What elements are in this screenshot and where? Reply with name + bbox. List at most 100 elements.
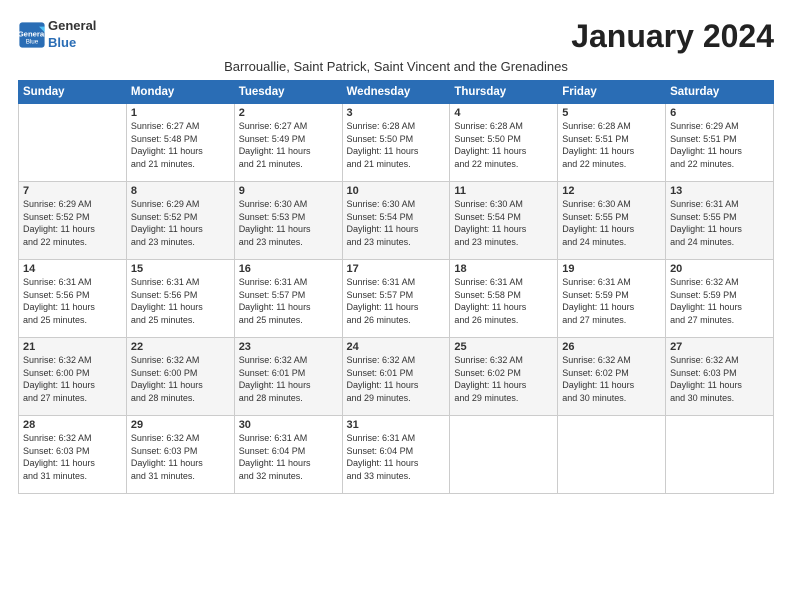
day-cell: 13Sunrise: 6:31 AM Sunset: 5:55 PM Dayli…: [666, 182, 774, 260]
col-header-thursday: Thursday: [450, 81, 558, 104]
day-cell: [666, 416, 774, 494]
week-row-2: 7Sunrise: 6:29 AM Sunset: 5:52 PM Daylig…: [19, 182, 774, 260]
day-number: 24: [347, 341, 446, 353]
day-info: Sunrise: 6:27 AM Sunset: 5:49 PM Dayligh…: [239, 120, 338, 170]
day-cell: 8Sunrise: 6:29 AM Sunset: 5:52 PM Daylig…: [126, 182, 234, 260]
calendar-table: SundayMondayTuesdayWednesdayThursdayFrid…: [18, 80, 774, 494]
day-cell: 24Sunrise: 6:32 AM Sunset: 6:01 PM Dayli…: [342, 338, 450, 416]
day-number: 28: [23, 419, 122, 431]
week-row-4: 21Sunrise: 6:32 AM Sunset: 6:00 PM Dayli…: [19, 338, 774, 416]
day-info: Sunrise: 6:29 AM Sunset: 5:52 PM Dayligh…: [23, 198, 122, 248]
day-info: Sunrise: 6:31 AM Sunset: 6:04 PM Dayligh…: [347, 432, 446, 482]
day-cell: 9Sunrise: 6:30 AM Sunset: 5:53 PM Daylig…: [234, 182, 342, 260]
svg-text:Blue: Blue: [26, 38, 39, 45]
day-number: 5: [562, 107, 661, 119]
col-header-saturday: Saturday: [666, 81, 774, 104]
day-info: Sunrise: 6:31 AM Sunset: 5:59 PM Dayligh…: [562, 276, 661, 326]
day-cell: 26Sunrise: 6:32 AM Sunset: 6:02 PM Dayli…: [558, 338, 666, 416]
day-info: Sunrise: 6:28 AM Sunset: 5:51 PM Dayligh…: [562, 120, 661, 170]
day-number: 31: [347, 419, 446, 431]
day-info: Sunrise: 6:30 AM Sunset: 5:55 PM Dayligh…: [562, 198, 661, 248]
day-info: Sunrise: 6:32 AM Sunset: 6:03 PM Dayligh…: [670, 354, 769, 404]
day-number: 11: [454, 185, 553, 197]
day-cell: 21Sunrise: 6:32 AM Sunset: 6:00 PM Dayli…: [19, 338, 127, 416]
logo-text-general: General: [48, 18, 96, 35]
col-header-friday: Friday: [558, 81, 666, 104]
day-number: 3: [347, 107, 446, 119]
day-cell: 7Sunrise: 6:29 AM Sunset: 5:52 PM Daylig…: [19, 182, 127, 260]
day-info: Sunrise: 6:31 AM Sunset: 6:04 PM Dayligh…: [239, 432, 338, 482]
header-row: SundayMondayTuesdayWednesdayThursdayFrid…: [19, 81, 774, 104]
day-number: 7: [23, 185, 122, 197]
month-title: January 2024: [571, 18, 774, 55]
day-cell: 27Sunrise: 6:32 AM Sunset: 6:03 PM Dayli…: [666, 338, 774, 416]
day-number: 2: [239, 107, 338, 119]
day-info: Sunrise: 6:32 AM Sunset: 6:00 PM Dayligh…: [23, 354, 122, 404]
day-number: 18: [454, 263, 553, 275]
col-header-sunday: Sunday: [19, 81, 127, 104]
day-number: 12: [562, 185, 661, 197]
day-number: 14: [23, 263, 122, 275]
day-number: 10: [347, 185, 446, 197]
col-header-monday: Monday: [126, 81, 234, 104]
day-cell: 14Sunrise: 6:31 AM Sunset: 5:56 PM Dayli…: [19, 260, 127, 338]
day-number: 6: [670, 107, 769, 119]
day-cell: 16Sunrise: 6:31 AM Sunset: 5:57 PM Dayli…: [234, 260, 342, 338]
day-cell: 18Sunrise: 6:31 AM Sunset: 5:58 PM Dayli…: [450, 260, 558, 338]
day-info: Sunrise: 6:30 AM Sunset: 5:54 PM Dayligh…: [347, 198, 446, 248]
day-number: 27: [670, 341, 769, 353]
day-info: Sunrise: 6:32 AM Sunset: 6:03 PM Dayligh…: [131, 432, 230, 482]
week-row-1: 1Sunrise: 6:27 AM Sunset: 5:48 PM Daylig…: [19, 104, 774, 182]
day-info: Sunrise: 6:28 AM Sunset: 5:50 PM Dayligh…: [347, 120, 446, 170]
day-info: Sunrise: 6:30 AM Sunset: 5:54 PM Dayligh…: [454, 198, 553, 248]
day-cell: 28Sunrise: 6:32 AM Sunset: 6:03 PM Dayli…: [19, 416, 127, 494]
day-info: Sunrise: 6:29 AM Sunset: 5:51 PM Dayligh…: [670, 120, 769, 170]
day-number: 26: [562, 341, 661, 353]
day-cell: 29Sunrise: 6:32 AM Sunset: 6:03 PM Dayli…: [126, 416, 234, 494]
day-cell: 19Sunrise: 6:31 AM Sunset: 5:59 PM Dayli…: [558, 260, 666, 338]
day-info: Sunrise: 6:31 AM Sunset: 5:58 PM Dayligh…: [454, 276, 553, 326]
day-number: 29: [131, 419, 230, 431]
day-info: Sunrise: 6:32 AM Sunset: 6:03 PM Dayligh…: [23, 432, 122, 482]
day-number: 13: [670, 185, 769, 197]
day-number: 17: [347, 263, 446, 275]
day-cell: 25Sunrise: 6:32 AM Sunset: 6:02 PM Dayli…: [450, 338, 558, 416]
day-info: Sunrise: 6:32 AM Sunset: 6:02 PM Dayligh…: [454, 354, 553, 404]
day-number: 22: [131, 341, 230, 353]
day-info: Sunrise: 6:31 AM Sunset: 5:56 PM Dayligh…: [131, 276, 230, 326]
day-cell: 20Sunrise: 6:32 AM Sunset: 5:59 PM Dayli…: [666, 260, 774, 338]
day-number: 4: [454, 107, 553, 119]
col-header-wednesday: Wednesday: [342, 81, 450, 104]
logo-text-blue: Blue: [48, 35, 96, 52]
week-row-3: 14Sunrise: 6:31 AM Sunset: 5:56 PM Dayli…: [19, 260, 774, 338]
day-number: 30: [239, 419, 338, 431]
day-cell: 3Sunrise: 6:28 AM Sunset: 5:50 PM Daylig…: [342, 104, 450, 182]
day-cell: 15Sunrise: 6:31 AM Sunset: 5:56 PM Dayli…: [126, 260, 234, 338]
day-number: 25: [454, 341, 553, 353]
day-cell: 17Sunrise: 6:31 AM Sunset: 5:57 PM Dayli…: [342, 260, 450, 338]
logo-icon: General Blue: [18, 21, 46, 49]
day-number: 1: [131, 107, 230, 119]
day-number: 8: [131, 185, 230, 197]
day-cell: 2Sunrise: 6:27 AM Sunset: 5:49 PM Daylig…: [234, 104, 342, 182]
day-number: 15: [131, 263, 230, 275]
day-info: Sunrise: 6:31 AM Sunset: 5:57 PM Dayligh…: [239, 276, 338, 326]
day-cell: 31Sunrise: 6:31 AM Sunset: 6:04 PM Dayli…: [342, 416, 450, 494]
day-info: Sunrise: 6:31 AM Sunset: 5:57 PM Dayligh…: [347, 276, 446, 326]
day-info: Sunrise: 6:27 AM Sunset: 5:48 PM Dayligh…: [131, 120, 230, 170]
day-info: Sunrise: 6:32 AM Sunset: 6:02 PM Dayligh…: [562, 354, 661, 404]
day-number: 9: [239, 185, 338, 197]
day-cell: 12Sunrise: 6:30 AM Sunset: 5:55 PM Dayli…: [558, 182, 666, 260]
day-info: Sunrise: 6:32 AM Sunset: 6:00 PM Dayligh…: [131, 354, 230, 404]
col-header-tuesday: Tuesday: [234, 81, 342, 104]
day-cell: 10Sunrise: 6:30 AM Sunset: 5:54 PM Dayli…: [342, 182, 450, 260]
day-cell: [558, 416, 666, 494]
day-number: 16: [239, 263, 338, 275]
day-cell: 1Sunrise: 6:27 AM Sunset: 5:48 PM Daylig…: [126, 104, 234, 182]
calendar-page: General Blue General Blue January 2024 B…: [0, 0, 792, 504]
day-cell: 22Sunrise: 6:32 AM Sunset: 6:00 PM Dayli…: [126, 338, 234, 416]
day-info: Sunrise: 6:29 AM Sunset: 5:52 PM Dayligh…: [131, 198, 230, 248]
svg-text:General: General: [18, 29, 46, 38]
day-info: Sunrise: 6:32 AM Sunset: 6:01 PM Dayligh…: [347, 354, 446, 404]
day-info: Sunrise: 6:31 AM Sunset: 5:56 PM Dayligh…: [23, 276, 122, 326]
